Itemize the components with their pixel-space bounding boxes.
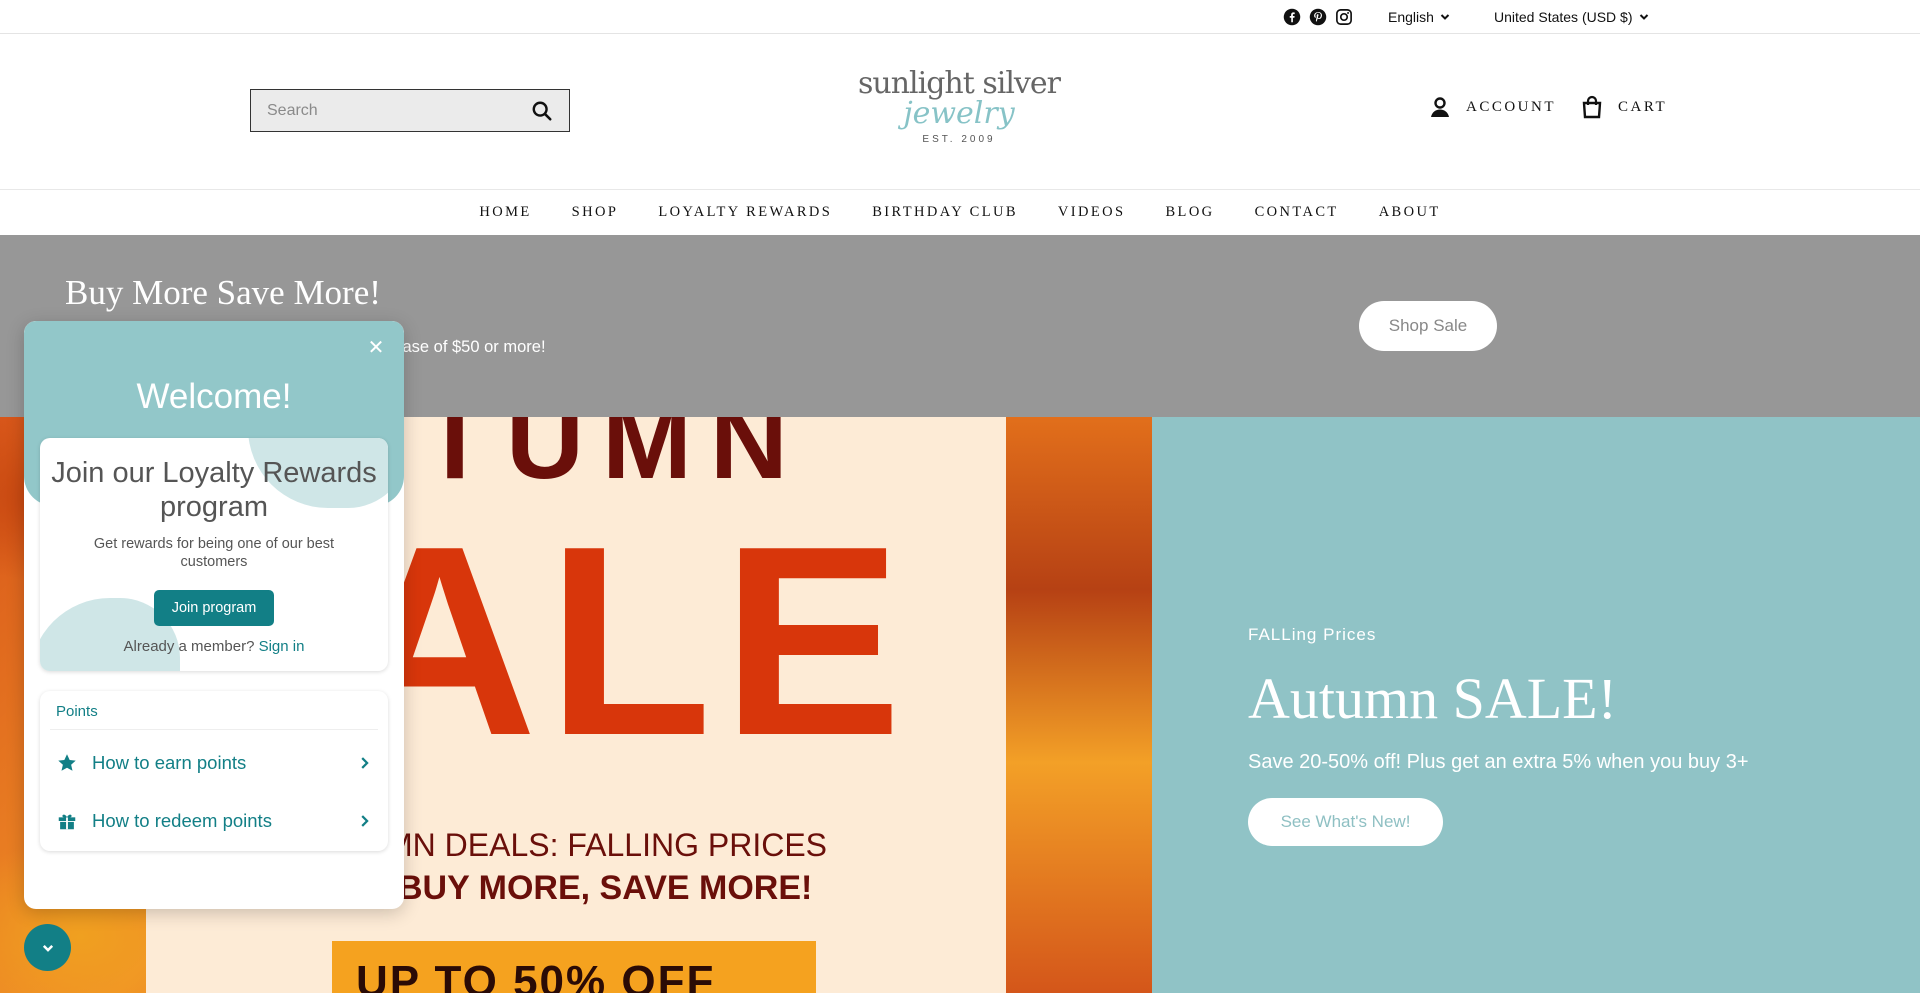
nav-item-birthday-club[interactable]: BIRTHDAY CLUB [852, 204, 1038, 221]
cart-label: CART [1618, 98, 1668, 115]
facebook-icon[interactable] [1283, 8, 1301, 26]
search-icon[interactable] [531, 100, 553, 122]
see-whats-new-button[interactable]: See What's New! [1248, 798, 1443, 846]
currency-selector[interactable]: United States (USD $) [1494, 9, 1649, 25]
cart-bag-icon [1582, 95, 1602, 119]
cart-link[interactable]: CART [1580, 95, 1667, 119]
widget-welcome: Welcome! [136, 377, 292, 416]
chevron-down-icon [1639, 14, 1648, 20]
loyalty-toggle-button[interactable] [24, 924, 71, 971]
instagram-icon[interactable] [1335, 8, 1353, 26]
sign-in-link[interactable]: Sign in [259, 638, 305, 655]
account-link[interactable]: ACCOUNT [1428, 95, 1556, 119]
language-value: English [1388, 9, 1434, 25]
pinterest-icon[interactable] [1309, 8, 1327, 26]
poster-title-main: ALE [342, 491, 912, 792]
points-label: Points [56, 703, 98, 720]
loyalty-widget: ✕ Welcome! Join our Loyalty Rewards prog… [24, 321, 404, 909]
redeem-points-label: How to redeem points [92, 810, 272, 831]
member-text: Already a member? [123, 638, 255, 655]
poster-line-2: BUY MORE, SAVE MORE! [398, 869, 813, 907]
gift-icon [58, 814, 76, 830]
nav-item-about[interactable]: ABOUT [1359, 204, 1461, 221]
utility-bar: English United States (USD $) [0, 0, 1920, 34]
nav-item-home[interactable]: HOME [459, 204, 551, 221]
chevron-down-icon [42, 944, 53, 952]
member-signin-row: Already a member? Sign in [40, 638, 388, 655]
social-links [1283, 8, 1353, 26]
join-subtitle: Get rewards for being one of our best cu… [93, 536, 335, 570]
earn-points-label: How to earn points [92, 752, 247, 773]
points-card: Points How to earn points How to redeem … [40, 691, 388, 851]
logo-line-3: EST. 2009 [922, 134, 996, 145]
join-title: Join our Loyalty Rewards program [51, 457, 377, 523]
search-input[interactable]: Search [250, 89, 570, 132]
star-icon [58, 754, 76, 771]
redeem-points-row[interactable]: How to redeem points [56, 801, 372, 841]
language-selector[interactable]: English [1388, 9, 1450, 25]
divider [50, 729, 378, 730]
site-logo[interactable]: sunlight silver jewelry EST. 2009 [850, 68, 1068, 158]
join-card: Join our Loyalty Rewards program Get rew… [40, 438, 388, 671]
hero-kicker: FALLing Prices [1248, 625, 1377, 644]
close-icon[interactable]: ✕ [366, 338, 386, 358]
hero-text-panel: FALLing Prices Autumn SALE! Save 20-50% … [1152, 417, 1920, 993]
nav-item-contact[interactable]: CONTACT [1235, 204, 1359, 221]
search-placeholder: Search [267, 101, 318, 119]
join-program-button[interactable]: Join program [154, 590, 274, 626]
chevron-right-icon [361, 757, 369, 769]
poster-banner-text: UP TO 50% OFF [356, 957, 716, 993]
nav-item-videos[interactable]: VIDEOS [1038, 204, 1146, 221]
account-icon [1431, 97, 1449, 117]
main-nav: HOME SHOP LOYALTY REWARDS BIRTHDAY CLUB … [0, 189, 1920, 235]
nav-item-loyalty-rewards[interactable]: LOYALTY REWARDS [638, 204, 852, 221]
poster-line-1: MN DEALS: FALLING PRICES [386, 827, 828, 863]
shop-sale-button[interactable]: Shop Sale [1359, 301, 1497, 351]
site-header: Search sunlight silver jewelry EST. 2009… [0, 34, 1920, 189]
chevron-right-icon [361, 815, 369, 827]
promo-heading: Buy More Save More! [65, 273, 381, 312]
hero-body: Save 20-50% off! Plus get an extra 5% wh… [1248, 751, 1749, 773]
autumn-leaves-strip [1006, 417, 1152, 993]
chevron-down-icon [1440, 14, 1450, 20]
hero-heading: Autumn SALE! [1248, 666, 1617, 731]
logo-line-2: jewelry [903, 96, 1015, 131]
nav-item-blog[interactable]: BLOG [1145, 204, 1234, 221]
nav-item-shop[interactable]: SHOP [552, 204, 639, 221]
currency-value: United States (USD $) [1494, 9, 1633, 25]
account-label: ACCOUNT [1466, 98, 1557, 115]
earn-points-row[interactable]: How to earn points [56, 743, 372, 783]
